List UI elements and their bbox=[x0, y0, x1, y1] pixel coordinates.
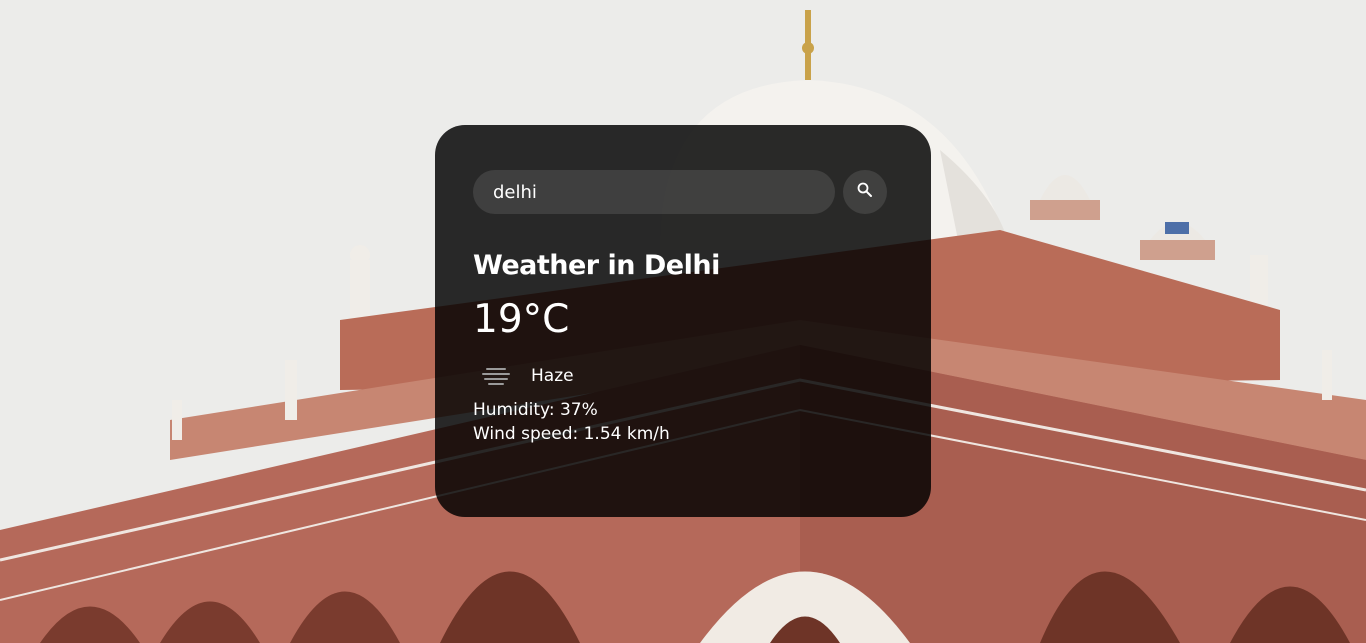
search-button[interactable] bbox=[843, 170, 887, 214]
weather-card: Weather in Delhi 19°C Haze Humidity: 37%… bbox=[435, 125, 931, 517]
wind-speed: Wind speed: 1.54 km/h bbox=[473, 424, 670, 444]
humidity: Humidity: 37% bbox=[473, 400, 598, 420]
city-search-input[interactable] bbox=[473, 170, 835, 214]
search-icon bbox=[857, 182, 873, 202]
weather-description: Haze bbox=[531, 366, 574, 386]
city-title: Weather in Delhi bbox=[473, 250, 720, 281]
search-bar bbox=[473, 170, 893, 214]
haze-icon bbox=[473, 360, 519, 392]
weather-description-row: Haze bbox=[473, 360, 893, 392]
temperature: 19°C bbox=[473, 297, 570, 342]
